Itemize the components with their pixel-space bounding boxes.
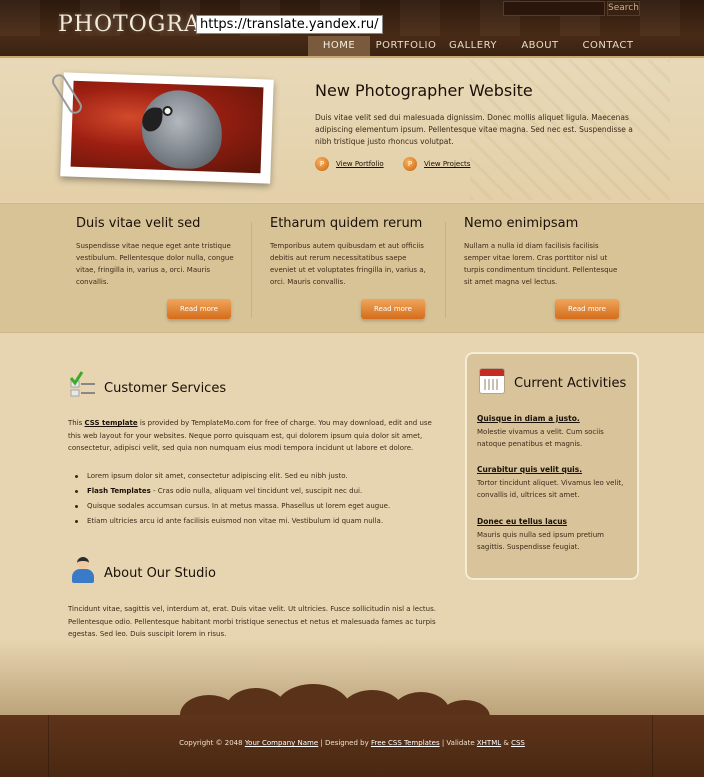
nav-about[interactable]: ABOUT — [504, 36, 576, 56]
hero-photo-frame — [60, 72, 274, 184]
hero-text: Duis vitae velit sed dui malesuada digni… — [315, 113, 633, 146]
bullet-p-icon: P — [315, 157, 329, 171]
main-nav: HOME PORTFOLIO GALLERY ABOUT CONTACT — [308, 36, 640, 56]
designer-link[interactable]: Free CSS Templates — [371, 739, 440, 747]
about-title: About Our Studio — [104, 566, 216, 581]
person-icon — [71, 557, 95, 583]
customer-services-title: Customer Services — [104, 381, 227, 396]
feature-title: Duis vitae velit sed — [76, 216, 201, 231]
column-divider — [445, 222, 446, 318]
view-projects-label[interactable]: View Projects — [424, 160, 470, 168]
list-item: Lorem ipsum dolor sit amet, consectetur … — [72, 469, 442, 484]
about-text: Tincidunt vitae, sagittis vel, interdum … — [68, 605, 436, 638]
hero-title: New Photographer Website — [315, 81, 533, 100]
bullet-p-icon: P — [403, 157, 417, 171]
view-portfolio-label[interactable]: View Portfolio — [336, 160, 384, 168]
activity-item: Curabitur quis velit quis. Tortor tincid… — [477, 465, 632, 501]
site-logo[interactable]: PHOTOGRAPHER — [58, 12, 198, 37]
feature-title: Etharum quidem rerum — [270, 216, 423, 231]
feature-column: Duis vitae velit sed Suspendisse vitae n… — [76, 216, 246, 288]
checklist-icon — [69, 371, 95, 397]
intro-prefix: This — [68, 419, 85, 427]
nav-contact[interactable]: CONTACT — [576, 36, 640, 56]
view-portfolio-link[interactable]: P View Portfolio — [315, 156, 384, 172]
read-more-button[interactable]: Read more — [167, 299, 231, 319]
nav-portfolio[interactable]: PORTFOLIO — [370, 36, 442, 56]
company-link[interactable]: Your Company Name — [245, 739, 318, 747]
column-divider — [251, 222, 252, 318]
feature-text: Suspendisse vitae neque eget ante tristi… — [76, 242, 234, 286]
activity-link[interactable]: Curabitur quis velit quis. — [477, 465, 632, 474]
activity-text: Molestie vivamus a velit. Cum sociis nat… — [477, 428, 604, 448]
activity-link[interactable]: Quisque in diam a justo. — [477, 414, 632, 423]
xhtml-link[interactable]: XHTML — [477, 739, 501, 747]
activity-text: Tortor tincidunt aliquet. Vivamus leo ve… — [477, 479, 624, 499]
activity-item: Donec eu tellus lacus Mauris quis nulla … — [477, 517, 632, 553]
list-item: Flash Templates - Cras odio nulla, aliqu… — [72, 484, 442, 499]
css-link[interactable]: CSS — [511, 739, 525, 747]
nav-gallery[interactable]: GALLERY — [442, 36, 504, 56]
nav-home[interactable]: HOME — [308, 36, 370, 56]
view-projects-link[interactable]: P View Projects — [403, 156, 470, 172]
feature-text: Nullam a nulla id diam facilisis facilis… — [464, 242, 618, 286]
read-more-button[interactable]: Read more — [361, 299, 425, 319]
read-more-button[interactable]: Read more — [555, 299, 619, 319]
search-button[interactable]: Search — [607, 1, 640, 16]
feature-text: Temporibus autem quibusdam et aut offici… — [270, 242, 426, 286]
search-input[interactable] — [503, 1, 605, 16]
services-intro: This CSS template is provided by Templat… — [68, 417, 438, 455]
feature-column: Nemo enimipsam Nullam a nulla id diam fa… — [464, 216, 634, 288]
calendar-icon — [479, 368, 505, 394]
activity-link[interactable]: Donec eu tellus lacus — [477, 517, 632, 526]
list-item: Etiam ultricies arcu id ante facilisis e… — [72, 514, 442, 529]
url-overlay: https://translate.yandex.ru/ — [196, 15, 383, 34]
flash-templates-label: Flash Templates — [87, 487, 151, 495]
css-template-link[interactable]: CSS template — [85, 419, 138, 427]
activities-title: Current Activities — [514, 376, 627, 391]
list-item: Quisque sodales accumsan cursus. In at m… — [72, 499, 442, 514]
parrot-photo — [70, 80, 264, 174]
feature-column: Etharum quidem rerum Temporibus autem qu… — [270, 216, 440, 288]
activity-text: Mauris quis nulla sed ipsum pretium sagi… — [477, 531, 604, 551]
footer-copyright: Copyright © 2048 Your Company Name | Des… — [179, 739, 525, 747]
feature-title: Nemo enimipsam — [464, 216, 579, 231]
activity-item: Quisque in diam a justo. Molestie vivamu… — [477, 414, 632, 450]
services-list: Lorem ipsum dolor sit amet, consectetur … — [72, 469, 442, 529]
